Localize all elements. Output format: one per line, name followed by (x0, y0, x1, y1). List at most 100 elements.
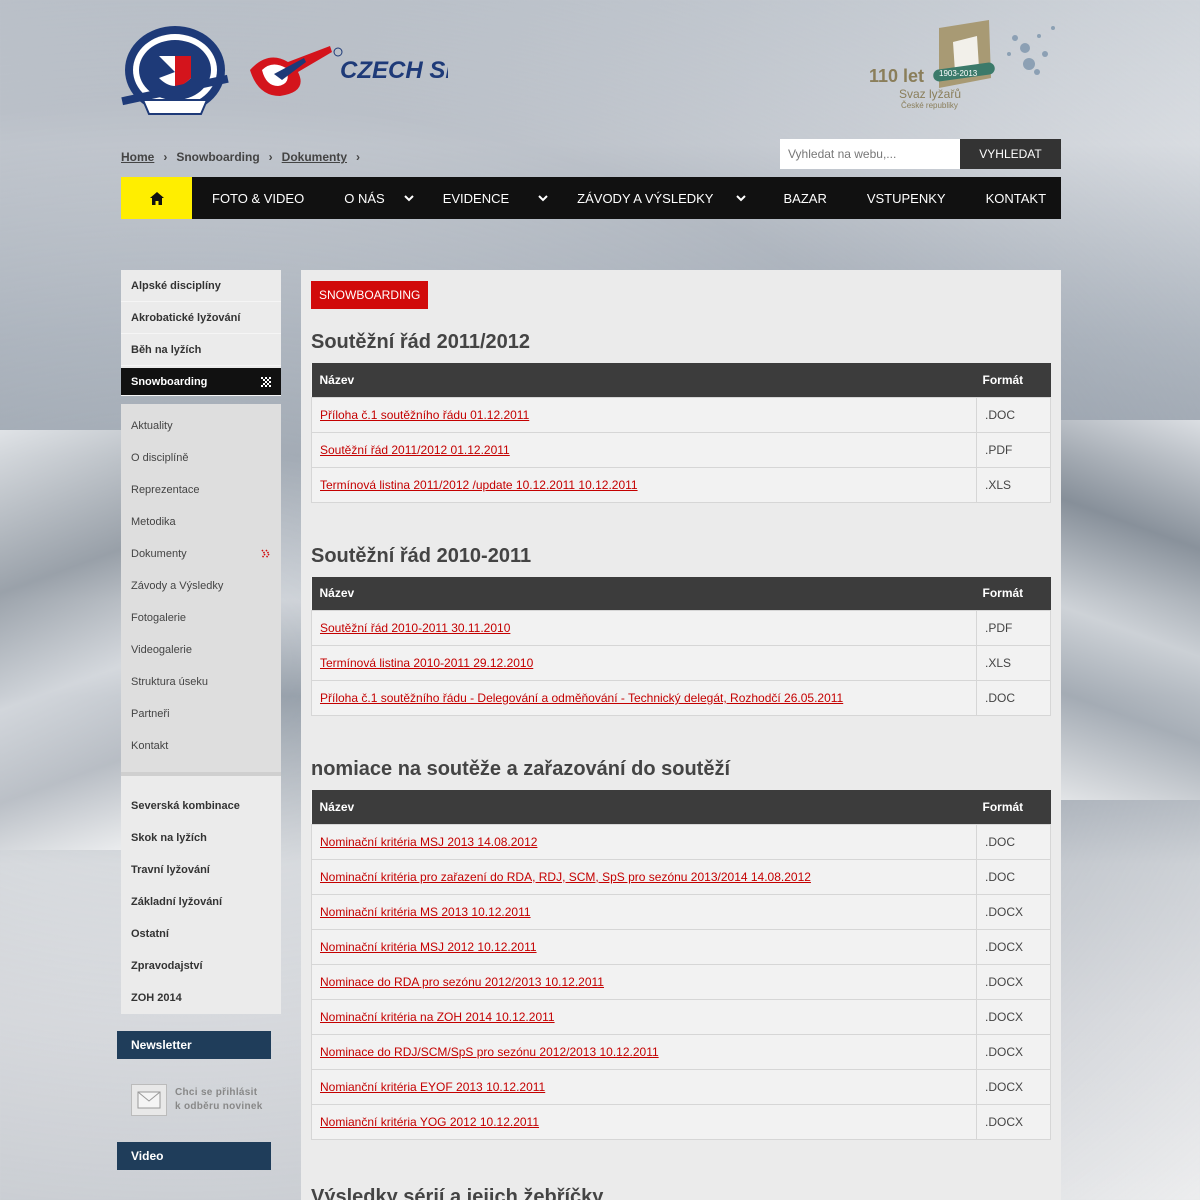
search-button[interactable]: Vyhledat (960, 139, 1061, 169)
newsletter-line: k odběru novinek (175, 1101, 263, 1112)
double-chevron-right-icon (261, 549, 270, 559)
breadcrumb-separator-icon: › (356, 150, 361, 164)
document-link[interactable]: Termínová listina 2010-2011 29.12.2010 (320, 656, 533, 670)
breadcrumb-separator-icon: › (268, 150, 273, 164)
nav-label: O nás (344, 190, 385, 206)
svg-text:České republiky: České republiky (901, 101, 958, 110)
table-row: Termínová listina 2011/2012 /update 10.1… (311, 466, 1051, 503)
video-heading: Video (117, 1142, 271, 1170)
column-header-format: Formát (976, 790, 1051, 824)
document-link[interactable]: Soutěžní řád 2010-2011 30.11.2010 (320, 621, 510, 635)
sidebar-item-zpravodajstvi[interactable]: Zpravodajství (121, 950, 281, 982)
document-link[interactable]: Nominační kritéria MS 2013 10.12.2011 (320, 905, 531, 919)
nav-o-nas[interactable]: O nás (344, 177, 414, 219)
sidebar-sub-metodika[interactable]: Metodika (121, 506, 281, 538)
sidebar-sub-videogalerie[interactable]: Videogalerie (121, 634, 281, 666)
nav-zavody-vysledky[interactable]: Závody a výsledky (577, 177, 747, 219)
table-row: Soutěžní řád 2011/2012 01.12.2011 .PDF (311, 431, 1051, 468)
main-content: Snowboarding Soutěžní řád 2011/2012 Náze… (301, 270, 1061, 1200)
newsletter-text: Chci se přihlásit k odběru novinek (175, 1086, 263, 1114)
sidebar-sub-kontakt[interactable]: Kontakt (121, 730, 281, 762)
nav-label: Vstupenky (866, 190, 946, 206)
nav-foto-video[interactable]: Foto & Video (212, 177, 304, 219)
sidebar: Alpské disciplíny Akrobatické lyžování B… (117, 270, 281, 1170)
sidebar-sub-fotogalerie[interactable]: Fotogalerie (121, 602, 281, 634)
nav-label: Foto & Video (212, 190, 305, 206)
breadcrumb-home[interactable]: Home (121, 150, 154, 164)
section-title: Soutěžní řád 2011/2012 (311, 331, 531, 353)
category-badge[interactable]: Snowboarding (311, 281, 429, 309)
breadcrumb-dokumenty[interactable]: Dokumenty (282, 150, 347, 164)
doc-format-cell: .DOCX (976, 1103, 1051, 1140)
sidebar-sub-label: O disciplíně (131, 452, 189, 464)
sidebar-item-zoh-2014[interactable]: ZOH 2014 (121, 982, 281, 1014)
search-input[interactable] (780, 139, 960, 169)
document-link[interactable]: Nominační kritéria MSJ 2013 14.08.2012 (320, 835, 537, 849)
doc-name-cell: Soutěžní řád 2011/2012 01.12.2011 (311, 431, 977, 468)
sidebar-sub-zavody[interactable]: Závody a Výsledky (121, 570, 281, 602)
chevron-down-icon (403, 195, 414, 202)
document-link[interactable]: Nominační kritéria na ZOH 2014 10.12.201… (320, 1010, 555, 1024)
document-link[interactable]: Nominační kritéria MSJ 2012 10.12.2011 (320, 940, 537, 954)
doc-format-cell: .DOCX (976, 998, 1051, 1035)
table-row: Nomianční kritéria YOG 2012 10.12.2011 .D… (311, 1103, 1051, 1140)
table-row: Příloha č.1 soutěžního řádu - Delegování… (311, 680, 1051, 716)
sidebar-item-zakladni[interactable]: Základní lyžování (121, 886, 281, 918)
sidebar-item-severska[interactable]: Severská kombinace (121, 790, 281, 822)
doc-format-cell: .XLS (976, 466, 1051, 503)
sidebar-item-snowboarding[interactable]: Snowboarding (121, 368, 281, 396)
czech-ski-logo[interactable]: CZECH SKI (248, 40, 471, 100)
table-row: Nominační kritéria pro zařazení do RDA, … (311, 858, 1051, 895)
document-link[interactable]: Termínová listina 2011/2012 /update 10.1… (320, 478, 638, 492)
newsletter-heading: Newsletter (117, 1031, 271, 1059)
sidebar-item-travni[interactable]: Travní lyžování (121, 854, 281, 886)
document-link[interactable]: Nomianční kritéria YOG 2012 10.12.2011 (320, 1115, 539, 1129)
document-link[interactable]: Příloha č.1 soutěžního řádu - Delegování… (320, 691, 843, 705)
nav-kontakt[interactable]: Kontakt (986, 177, 1046, 219)
sidebar-item-alpske[interactable]: Alpské disciplíny (121, 270, 281, 302)
breadcrumb: Home › Snowboarding › Dokumenty › (121, 150, 369, 164)
sidebar-item-ostatni[interactable]: Ostatní (121, 918, 281, 950)
table-header-row: Název Formát (311, 790, 1051, 824)
document-link[interactable]: Nomianční kritéria EYOF 2013 10.12.2011 (320, 1080, 545, 1094)
table-row: Nominační kritéria MSJ 2012 10.12.2011 .D… (311, 928, 1051, 965)
chevron-down-icon (538, 195, 548, 202)
document-link[interactable]: Soutěžní řád 2011/2012 01.12.2011 (320, 443, 510, 457)
column-header-format: Formát (976, 576, 1051, 611)
sidebar-sub-label: Závody a Výsledky (131, 580, 224, 592)
nav-home-button[interactable] (121, 177, 192, 219)
nav-label: Evidence (442, 190, 510, 206)
sidebar-item-beh[interactable]: Běh na lyžích (121, 334, 281, 366)
svaz-lyzaru-logo[interactable] (121, 20, 229, 120)
doc-name-cell: Nominační kritéria na ZOH 2014 10.12.201… (311, 998, 977, 1035)
doc-name-cell: Nomianční kritéria EYOF 2013 10.12.2011 (311, 1068, 977, 1105)
document-link[interactable]: Nominační kritéria pro zařazení do RDA, … (320, 870, 811, 884)
sidebar-sub-o-discipline[interactable]: O disciplíně (121, 442, 281, 474)
nav-evidence[interactable]: Evidence (443, 177, 549, 219)
doc-name-cell: Příloha č.1 soutěžního řádu 01.12.2011 (311, 396, 977, 433)
sidebar-sub-label: Videogalerie (131, 644, 192, 656)
nav-vstupenky[interactable]: Vstupenky (867, 177, 946, 219)
sidebar-sub-label: Fotogalerie (131, 612, 187, 624)
sidebar-sub-partneri[interactable]: Partneři (121, 698, 281, 730)
document-link[interactable]: Nominace do RDA pro sezónu 2012/2013 10.… (320, 975, 604, 989)
nav-bazar[interactable]: Bazar (783, 177, 826, 219)
table-row: Příloha č.1 soutěžního řádu 01.12.2011 .D… (311, 396, 1051, 433)
documents-table: Název Formát Příloha č.1 soutěžního řádu… (311, 363, 1051, 503)
sidebar-sub-struktura[interactable]: Struktura úseku (121, 666, 281, 698)
section-title: Soutěžní řád 2010-2011 (311, 544, 532, 567)
document-link[interactable]: Příloha č.1 soutěžního řádu 01.12.2011 (320, 408, 529, 422)
sidebar-sub-reprezentace[interactable]: Reprezentace (121, 474, 281, 506)
sidebar-sub-aktuality[interactable]: Aktuality (121, 410, 281, 442)
column-header-name: Název (311, 576, 977, 611)
sidebar-sub-dokumenty[interactable]: Dokumenty (121, 538, 281, 570)
document-link[interactable]: Nominace do RDJ/SCM/SpS pro sezónu 2012/… (320, 1045, 659, 1059)
documents-table: Název Formát Nominační kritéria MSJ 2013… (311, 790, 1051, 1140)
sidebar-sub-label: Metodika (131, 516, 176, 528)
doc-name-cell: Příloha č.1 soutěžního řádu - Delegování… (311, 680, 977, 716)
newsletter-signup[interactable]: Chci se přihlásit k odběru novinek (121, 1059, 281, 1141)
sidebar-item-akrobaticke[interactable]: Akrobatické lyžování (121, 302, 281, 334)
sidebar-item-skok[interactable]: Skok na lyžích (121, 822, 281, 854)
sidebar-sub-label: Kontakt (131, 740, 169, 752)
sidebar-sub-label: Aktuality (131, 420, 173, 432)
